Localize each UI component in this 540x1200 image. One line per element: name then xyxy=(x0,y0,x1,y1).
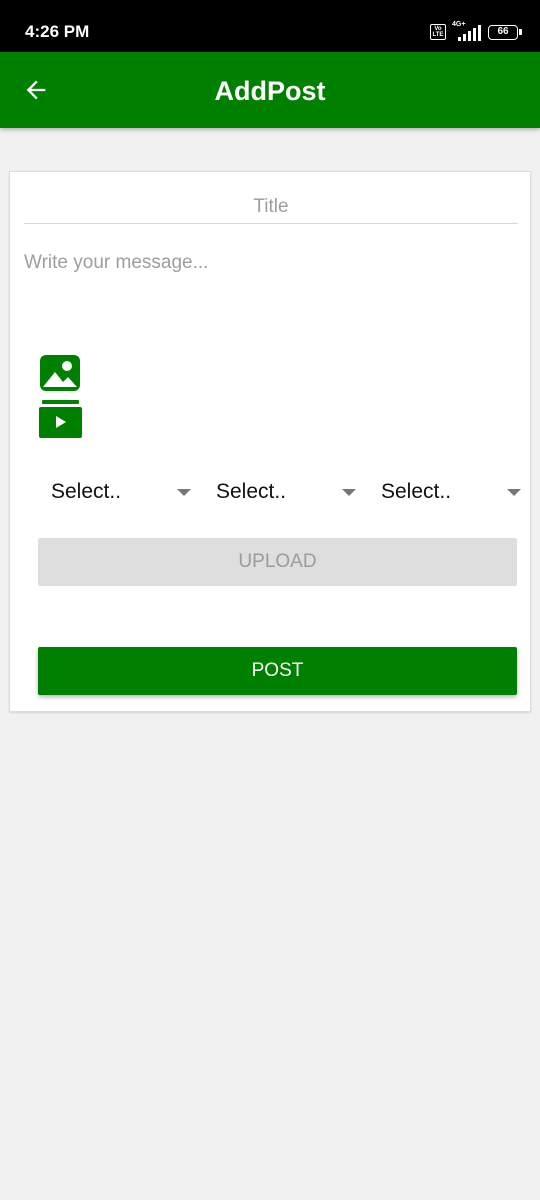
select-value: Select.. xyxy=(51,480,122,503)
dropdown-arrow-icon xyxy=(177,489,191,496)
video-icon xyxy=(39,400,82,438)
status-icons: Vo LTE 4G+ 66 xyxy=(430,21,522,42)
post-button[interactable]: POST xyxy=(38,647,517,695)
status-bar: 4:26 PM Vo LTE 4G+ 66 xyxy=(0,0,540,52)
volte-icon: Vo LTE xyxy=(430,24,446,40)
dropdown-arrow-icon xyxy=(507,489,521,496)
app-bar: AddPost xyxy=(0,52,540,128)
signal-bars xyxy=(458,25,481,41)
message-input[interactable] xyxy=(24,252,518,342)
add-video-button[interactable] xyxy=(39,400,82,438)
add-post-card: Select.. Select.. Select.. UPLOAD POST xyxy=(9,171,531,712)
select-value: Select.. xyxy=(216,480,287,503)
select-value: Select.. xyxy=(381,480,452,503)
battery-level: 66 xyxy=(497,25,509,37)
select-dropdown-1[interactable]: Select.. xyxy=(51,474,191,510)
signal-icon: 4G+ xyxy=(452,21,482,41)
add-image-button[interactable] xyxy=(40,355,80,391)
page-title: AddPost xyxy=(214,76,326,106)
battery-icon: 66 xyxy=(488,24,522,40)
upload-button[interactable]: UPLOAD xyxy=(38,538,517,586)
title-input[interactable] xyxy=(24,190,518,224)
select-dropdown-2[interactable]: Select.. xyxy=(216,474,356,510)
select-dropdown-3[interactable]: Select.. xyxy=(381,474,521,510)
image-icon xyxy=(40,355,80,391)
status-time: 4:26 PM xyxy=(25,22,90,41)
dropdown-arrow-icon xyxy=(342,489,356,496)
